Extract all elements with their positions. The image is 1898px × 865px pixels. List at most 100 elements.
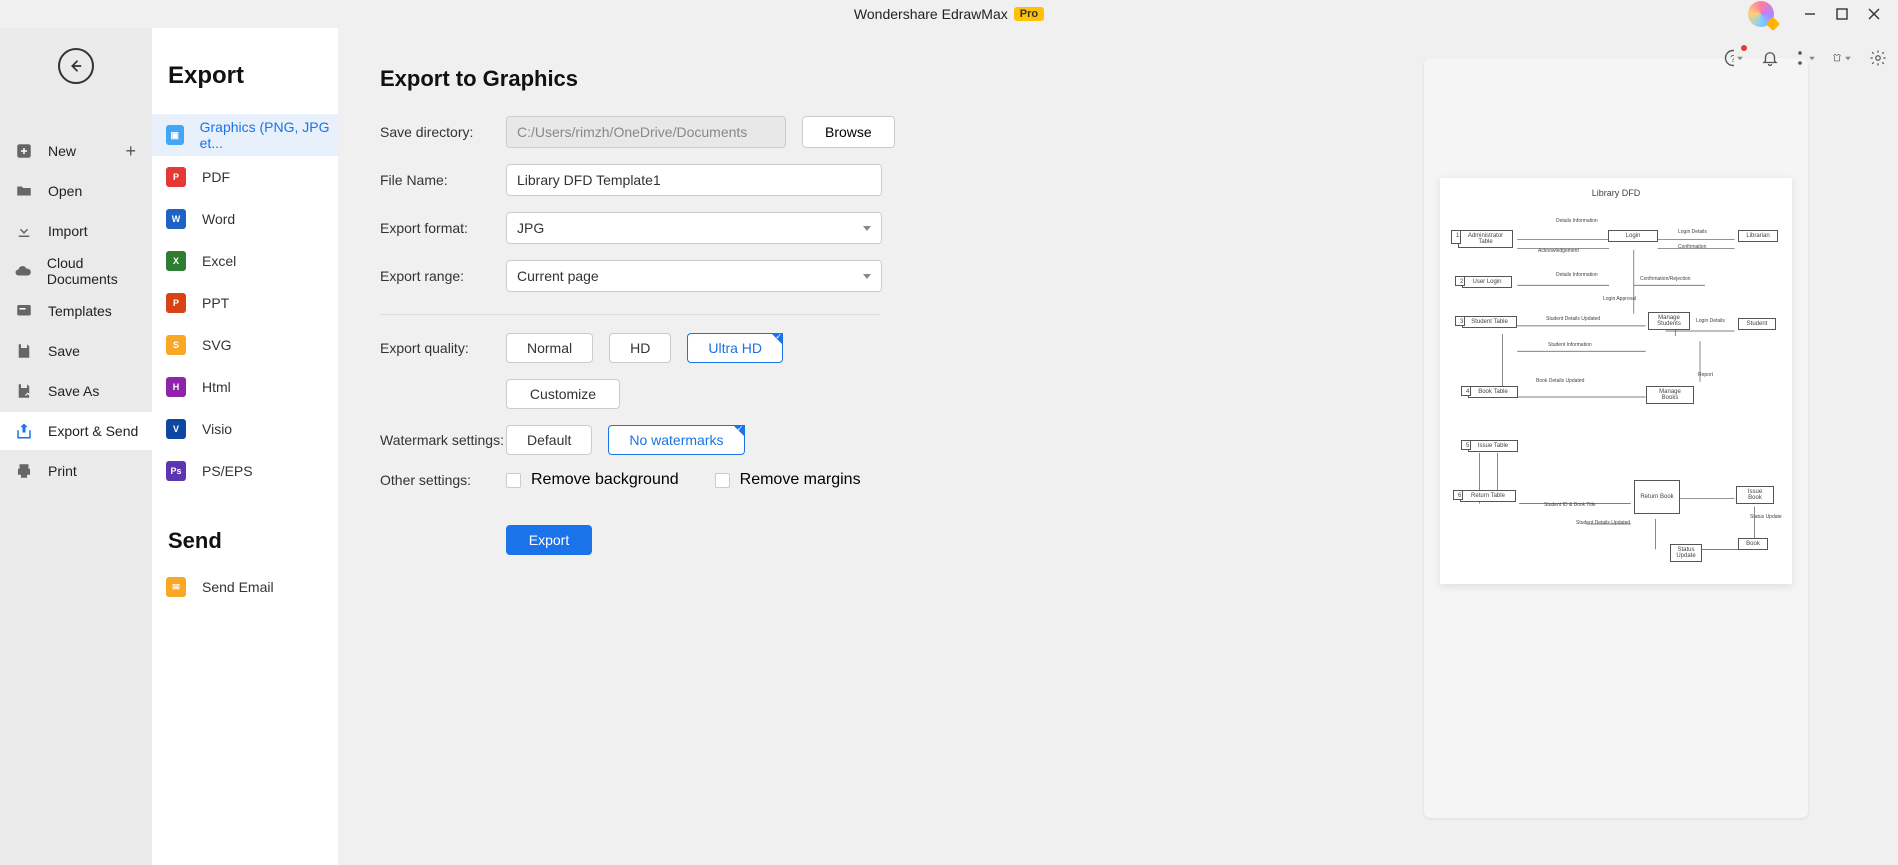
- nav-import[interactable]: Import: [0, 212, 152, 250]
- send-email-item[interactable]: ✉ Send Email: [152, 566, 338, 608]
- label-range: Export range:: [380, 268, 506, 284]
- preview-page: Library DFD: [1440, 178, 1792, 584]
- send-heading: Send: [152, 528, 338, 554]
- dfd-manage-students: Manage Students: [1648, 312, 1690, 330]
- save-as-icon: [14, 381, 34, 401]
- ps-icon: Ps: [166, 461, 186, 481]
- remove-bg-label: Remove background: [531, 471, 679, 489]
- preview-canvas: Library DFD: [1424, 58, 1808, 818]
- nav-print[interactable]: Print: [0, 452, 152, 490]
- dfd-student: Student: [1738, 318, 1776, 330]
- export-heading: Export: [152, 62, 338, 90]
- nav-label: Import: [48, 223, 88, 239]
- chevron-down-icon: [863, 226, 871, 231]
- plus-square-icon: [14, 141, 34, 161]
- export-item-visio[interactable]: V Visio: [152, 408, 338, 450]
- filename-input[interactable]: [506, 164, 882, 196]
- avatar[interactable]: [1748, 1, 1774, 27]
- label-format: Export format:: [380, 220, 506, 236]
- nav-label: Open: [48, 183, 82, 199]
- label-filename: File Name:: [380, 172, 506, 188]
- browse-button[interactable]: Browse: [802, 116, 895, 148]
- export-button[interactable]: Export: [506, 525, 592, 555]
- nav-export-send[interactable]: Export & Send: [0, 412, 152, 450]
- save-icon: [14, 341, 34, 361]
- export-item-word[interactable]: W Word: [152, 198, 338, 240]
- dfd-login: Login: [1608, 230, 1658, 242]
- format-value: JPG: [517, 220, 544, 236]
- export-item-label: Visio: [202, 421, 232, 437]
- format-select[interactable]: JPG: [506, 212, 882, 244]
- chevron-down-icon: [863, 274, 871, 279]
- quality-hd[interactable]: HD: [609, 333, 671, 363]
- dfd-userlogin: User Login: [1462, 276, 1512, 288]
- help-icon[interactable]: ?: [1724, 48, 1744, 68]
- diagram-title: Library DFD: [1448, 188, 1784, 198]
- export-item-ppt[interactable]: P PPT: [152, 282, 338, 324]
- remove-bg-checkbox[interactable]: [506, 473, 521, 488]
- export-item-excel[interactable]: X Excel: [152, 240, 338, 282]
- pdf-icon: P: [166, 167, 186, 187]
- close-button[interactable]: [1858, 0, 1890, 28]
- export-item-label: Send Email: [202, 579, 274, 595]
- dfd-return-book: Return Book: [1634, 480, 1680, 514]
- folder-icon: [14, 181, 34, 201]
- nav-open[interactable]: Open: [0, 172, 152, 210]
- save-dir-input: [506, 116, 786, 148]
- quality-normal[interactable]: Normal: [506, 333, 593, 363]
- dfd-manage-books: Manage Books: [1646, 386, 1694, 404]
- nav-label: Save As: [48, 383, 99, 399]
- nav-save-as[interactable]: Save As: [0, 372, 152, 410]
- nav-label: Print: [48, 463, 77, 479]
- dfd-book: Book: [1738, 538, 1768, 550]
- dfd-student-table: Student Table: [1462, 316, 1517, 328]
- dfd-status-update: Status Update: [1670, 544, 1702, 562]
- quality-ultra-hd[interactable]: Ultra HD: [687, 333, 783, 363]
- nav-label: Export & Send: [48, 423, 138, 439]
- export-item-label: PPT: [202, 295, 229, 311]
- export-item-label: Excel: [202, 253, 236, 269]
- nav-save[interactable]: Save: [0, 332, 152, 370]
- label-save-dir: Save directory:: [380, 124, 506, 140]
- export-item-pdf[interactable]: P PDF: [152, 156, 338, 198]
- dfd-admin: Administrator Table: [1458, 230, 1513, 248]
- export-item-graphics[interactable]: ▣ Graphics (PNG, JPG et...: [152, 114, 338, 156]
- remove-margin-checkbox[interactable]: [715, 473, 730, 488]
- word-icon: W: [166, 209, 186, 229]
- watermark-none[interactable]: No watermarks: [608, 425, 744, 455]
- excel-icon: X: [166, 251, 186, 271]
- label-watermark: Watermark settings:: [380, 432, 506, 448]
- nav-templates[interactable]: Templates: [0, 292, 152, 330]
- export-item-label: Html: [202, 379, 231, 395]
- bell-icon[interactable]: [1760, 48, 1780, 68]
- nav-label: Cloud Documents: [47, 255, 152, 287]
- watermark-default[interactable]: Default: [506, 425, 592, 455]
- ppt-icon: P: [166, 293, 186, 313]
- minimize-button[interactable]: [1794, 0, 1826, 28]
- export-item-label: Graphics (PNG, JPG et...: [200, 119, 338, 151]
- export-item-html[interactable]: H Html: [152, 366, 338, 408]
- back-button[interactable]: [58, 48, 94, 84]
- gear-icon[interactable]: [1868, 48, 1888, 68]
- maximize-button[interactable]: [1826, 0, 1858, 28]
- dfd-return-table: Return Table: [1460, 490, 1516, 502]
- email-icon: ✉: [166, 577, 186, 597]
- export-item-svg[interactable]: S SVG: [152, 324, 338, 366]
- dfd-librarian: Librarian: [1738, 230, 1778, 242]
- export-item-label: SVG: [202, 337, 232, 353]
- pro-badge: Pro: [1014, 7, 1044, 21]
- print-icon: [14, 461, 34, 481]
- divider: [380, 314, 880, 315]
- page-title: Export to Graphics: [380, 66, 1336, 92]
- range-select[interactable]: Current page: [506, 260, 882, 292]
- dfd-issue-book: Issue Book: [1736, 486, 1774, 504]
- quality-customize[interactable]: Customize: [506, 379, 620, 409]
- nav-label: Save: [48, 343, 80, 359]
- plus-icon[interactable]: +: [125, 142, 136, 160]
- nav-label: Templates: [48, 303, 112, 319]
- export-item-pseps[interactable]: Ps PS/EPS: [152, 450, 338, 492]
- nav-cloud[interactable]: Cloud Documents: [0, 252, 152, 290]
- nav-new[interactable]: New +: [0, 132, 152, 170]
- shirt-icon[interactable]: [1832, 48, 1852, 68]
- grid-icon[interactable]: [1796, 48, 1816, 68]
